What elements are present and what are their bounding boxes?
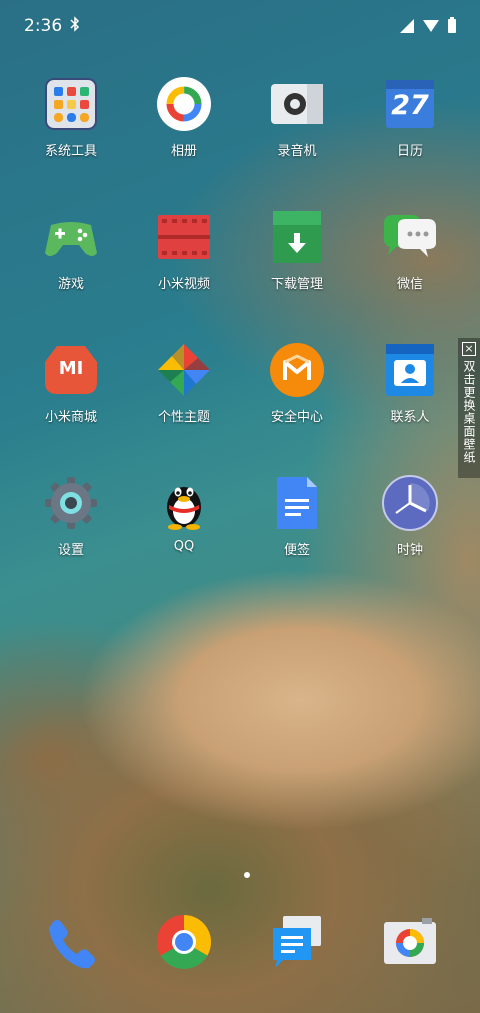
camera-icon <box>382 914 438 970</box>
battery-icon <box>448 17 456 33</box>
app-label: 日历 <box>396 144 423 159</box>
mi-store-icon: MI <box>43 342 99 398</box>
mi-video-icon <box>156 209 212 265</box>
app-settings[interactable]: 设置 <box>14 475 128 558</box>
change-wallpaper-banner[interactable]: × 双击更换桌面壁纸 <box>458 338 480 478</box>
settings-gear-icon <box>43 475 99 531</box>
clock-icon <box>382 475 438 531</box>
messages-icon <box>269 914 325 970</box>
app-recorder[interactable]: 录音机 <box>240 76 354 159</box>
bluetooth-icon <box>70 15 80 37</box>
dock-messages[interactable] <box>240 914 354 970</box>
status-time: 2:36 <box>24 16 63 36</box>
app-label: 游戏 <box>57 277 84 292</box>
wechat-icon <box>382 209 438 265</box>
mi-logo: MI <box>58 358 84 379</box>
app-label: 小米商城 <box>44 410 97 425</box>
app-label: 小米视频 <box>157 277 210 292</box>
app-label: 录音机 <box>277 144 317 159</box>
system-tools-folder-icon <box>43 76 99 132</box>
app-label: 时钟 <box>396 543 423 558</box>
app-label: 联系人 <box>390 410 430 425</box>
app-label: 下载管理 <box>270 277 323 292</box>
app-wechat[interactable]: 微信 <box>353 209 467 292</box>
games-icon <box>43 209 99 265</box>
app-calendar[interactable]: 27 日历 <box>353 76 467 159</box>
app-download-manager[interactable]: 下载管理 <box>240 209 354 292</box>
dock-chrome[interactable] <box>127 914 241 970</box>
themes-icon <box>156 342 212 398</box>
calendar-date: 27 <box>391 90 429 121</box>
app-qq[interactable]: QQ <box>127 475 241 554</box>
app-label: 系统工具 <box>44 144 97 159</box>
qq-penguin-icon <box>156 475 212 531</box>
notes-icon <box>269 475 325 531</box>
app-security-center[interactable]: 安全中心 <box>240 342 354 425</box>
recorder-icon <box>269 76 325 132</box>
contacts-icon <box>382 342 438 398</box>
dock-camera[interactable] <box>353 914 467 970</box>
status-bar: 2:36 <box>0 0 480 52</box>
dock-phone[interactable] <box>14 914 128 970</box>
page-dot-active <box>244 872 250 878</box>
download-manager-icon <box>269 209 325 265</box>
change-wallpaper-text: 双击更换桌面壁纸 <box>462 360 476 464</box>
wifi-icon <box>423 20 439 32</box>
app-contacts[interactable]: 联系人 <box>353 342 467 425</box>
app-label: 设置 <box>57 543 84 558</box>
app-mi-store[interactable]: MI 小米商城 <box>14 342 128 425</box>
app-label: 便签 <box>283 543 310 558</box>
page-indicator <box>244 872 250 878</box>
chrome-icon <box>156 914 212 970</box>
app-themes[interactable]: 个性主题 <box>127 342 241 425</box>
app-mi-video[interactable]: 小米视频 <box>127 209 241 292</box>
calendar-icon: 27 <box>382 76 438 132</box>
app-notes[interactable]: 便签 <box>240 475 354 558</box>
security-center-icon <box>269 342 325 398</box>
app-games[interactable]: 游戏 <box>14 209 128 292</box>
app-label: QQ <box>173 539 195 554</box>
app-label: 个性主题 <box>157 410 210 425</box>
app-label: 微信 <box>396 277 423 292</box>
cellular-signal-icon <box>400 19 414 33</box>
dock <box>0 914 480 980</box>
photos-icon <box>156 76 212 132</box>
app-system-tools[interactable]: 系统工具 <box>14 76 128 159</box>
app-label: 相册 <box>170 144 197 159</box>
app-label: 安全中心 <box>270 410 323 425</box>
app-photos[interactable]: 相册 <box>127 76 241 159</box>
phone-icon <box>43 914 99 970</box>
app-clock[interactable]: 时钟 <box>353 475 467 558</box>
close-icon[interactable]: × <box>462 342 476 356</box>
